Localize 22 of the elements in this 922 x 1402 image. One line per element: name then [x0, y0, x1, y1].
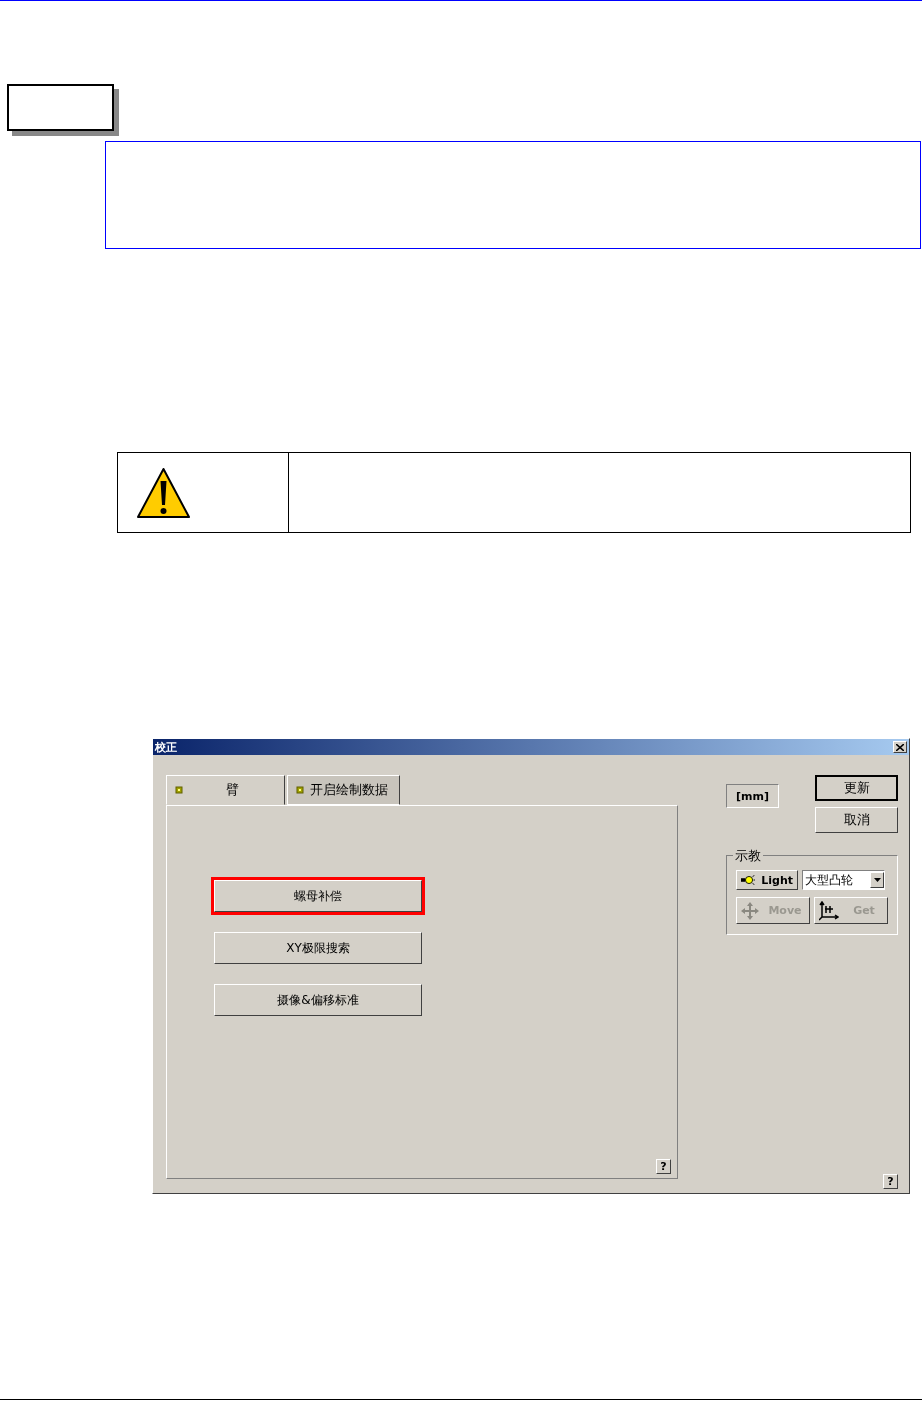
panel-button[interactable]: 螺母补偿	[214, 880, 422, 912]
dialog-button[interactable]: 更新	[815, 775, 898, 801]
close-button[interactable]	[893, 741, 907, 753]
warning-icon	[136, 466, 191, 519]
help-button[interactable]: ?	[883, 1174, 898, 1189]
caret-icon	[873, 878, 881, 882]
panel-button[interactable]: XY极限搜索	[214, 932, 422, 964]
unit-label: [mm]	[726, 784, 779, 808]
model-select[interactable]: 大型凸轮	[802, 870, 885, 890]
move-icon	[741, 901, 759, 920]
dialog-title: 校正	[155, 739, 177, 755]
group-title: 示教	[733, 847, 763, 865]
chip-icon	[296, 786, 304, 794]
tab[interactable]: 臂	[166, 775, 285, 805]
dialog-button[interactable]: 取消	[815, 807, 898, 833]
axes-icon	[819, 900, 839, 921]
light-button[interactable]: Light	[736, 870, 798, 890]
tab[interactable]: 开启绘制数据	[287, 775, 400, 805]
panel-button[interactable]: 摄像&偏移标准	[214, 984, 422, 1016]
help-button[interactable]: ?	[656, 1159, 671, 1174]
chip-icon	[175, 786, 183, 794]
bulb-icon	[741, 875, 756, 885]
